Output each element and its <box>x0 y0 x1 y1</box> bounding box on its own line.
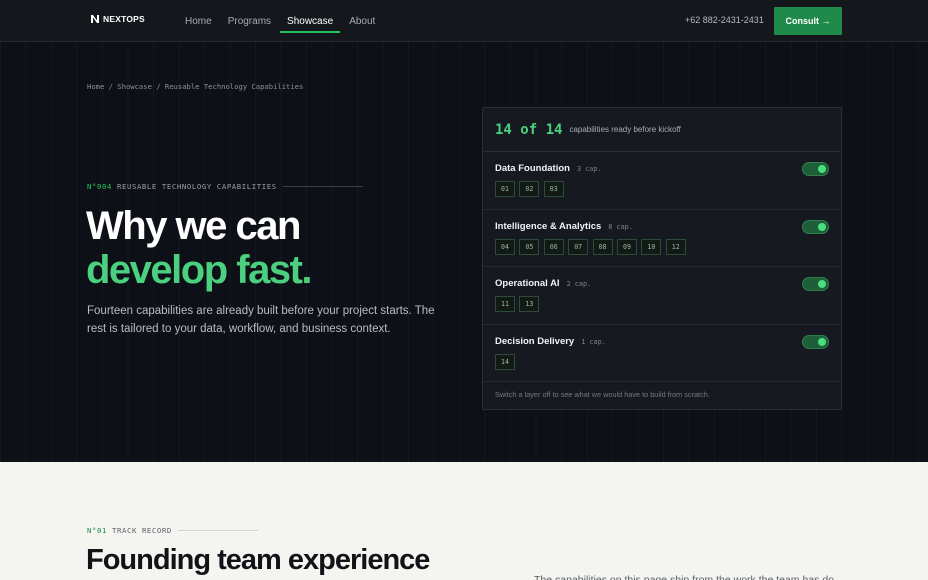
layer-cap-count: 1 cap. <box>581 337 606 346</box>
eyebrow-number: N°01 <box>87 526 107 535</box>
layer-cap-count: 8 cap. <box>608 222 633 231</box>
breadcrumb: Home / Showcase / Reusable Technology Ca… <box>87 82 304 91</box>
eyebrow-rule <box>177 530 258 531</box>
capability-chip: 03 <box>543 181 564 197</box>
layer-name: Decision Delivery <box>495 335 575 347</box>
nav-link-programs[interactable]: Programs <box>221 0 278 42</box>
layer-cap-count: 2 cap. <box>566 280 592 288</box>
layer-cap-count: 3 cap. <box>576 165 602 173</box>
panel-footer-hint: Switch a layer off to see what we would … <box>495 390 710 399</box>
headline-line-2: develop fast. <box>86 248 313 292</box>
capability-chip: 05 <box>519 238 540 255</box>
brand-mark-icon <box>90 14 100 24</box>
section-title: Founding team experience <box>86 544 430 576</box>
brand-logo[interactable]: NEXTOPS <box>90 14 145 24</box>
layer-name: Data Foundation <box>495 163 570 174</box>
hero-eyebrow: N°004 REUSABLE TECHNOLOGY CAPABILITIES <box>87 182 363 191</box>
panel-header: 14 of 14 capabilities ready before kicko… <box>483 108 841 152</box>
capabilities-panel: 14 of 14 capabilities ready before kicko… <box>482 107 842 410</box>
capability-chip: 04 <box>495 238 515 255</box>
capability-count-label: capabilities ready before kickoff <box>569 125 681 134</box>
nav-links: Home Programs Showcase About <box>185 0 384 42</box>
hero-section: NEXTOPS Home Programs Showcase About +62… <box>0 0 928 462</box>
layer-toggle[interactable] <box>802 219 829 234</box>
phone-link[interactable]: +62 882-2431-2431 <box>685 15 764 25</box>
eyebrow-rule <box>282 186 363 187</box>
headline-line-1: Why we can <box>86 204 301 248</box>
capability-chips: 14 <box>495 353 829 370</box>
top-nav: NEXTOPS Home Programs Showcase About +62… <box>0 0 928 42</box>
hero-subcopy: Fourteen capabilities are already built … <box>87 305 435 335</box>
layer-decision-delivery: Decision Delivery 1 cap. 14 <box>483 325 841 382</box>
nav-link-about[interactable]: About <box>342 0 382 42</box>
track-record-section: N°01 TRACK RECORD Founding team experien… <box>0 462 928 580</box>
capability-chip: 11 <box>495 296 515 312</box>
capability-chip: 01 <box>495 181 515 197</box>
layer-toggle[interactable] <box>802 334 829 349</box>
layer-toggle[interactable] <box>802 277 829 291</box>
capability-chip: 10 <box>641 238 662 255</box>
eyebrow-label: TRACK RECORD <box>111 526 172 535</box>
capability-chips: 01 02 03 <box>495 181 829 197</box>
capability-chips: 11 13 <box>495 296 829 312</box>
eyebrow-label: REUSABLE TECHNOLOGY CAPABILITIES <box>116 182 277 191</box>
capability-chip: 14 <box>495 353 515 370</box>
brand-name: NEXTOPS <box>103 14 145 24</box>
capability-chip: 07 <box>568 238 589 255</box>
section-intro-text: The capabilities on this page ship from … <box>534 574 834 580</box>
capability-chip: 08 <box>592 238 613 255</box>
capability-chip: 09 <box>616 238 637 255</box>
layer-name: Operational AI <box>495 278 560 289</box>
capability-chip: 06 <box>543 238 564 255</box>
capability-count: 14 of 14 <box>495 121 563 138</box>
track-eyebrow: N°01 TRACK RECORD <box>87 526 258 535</box>
capability-chip: 02 <box>519 181 540 197</box>
layer-name: Intelligence & Analytics <box>495 220 602 232</box>
layer-intelligence-analytics: Intelligence & Analytics 8 cap. 04 05 06… <box>483 210 841 267</box>
consult-button[interactable]: Consult → <box>774 7 842 35</box>
eyebrow-number: N°004 <box>87 182 112 191</box>
nav-link-home[interactable]: Home <box>185 0 219 42</box>
capability-chip: 13 <box>519 296 540 312</box>
nav-link-showcase[interactable]: Showcase <box>280 0 341 42</box>
layer-operational-ai: Operational AI 2 cap. 11 13 <box>483 267 841 325</box>
capability-chip: 12 <box>665 238 686 255</box>
layer-data-foundation: Data Foundation 3 cap. 01 02 03 <box>483 152 841 210</box>
layer-toggle[interactable] <box>802 162 829 176</box>
capability-chips: 04 05 06 07 08 09 10 12 <box>495 238 829 255</box>
hero-headline: Why we can develop fast. <box>86 204 313 292</box>
